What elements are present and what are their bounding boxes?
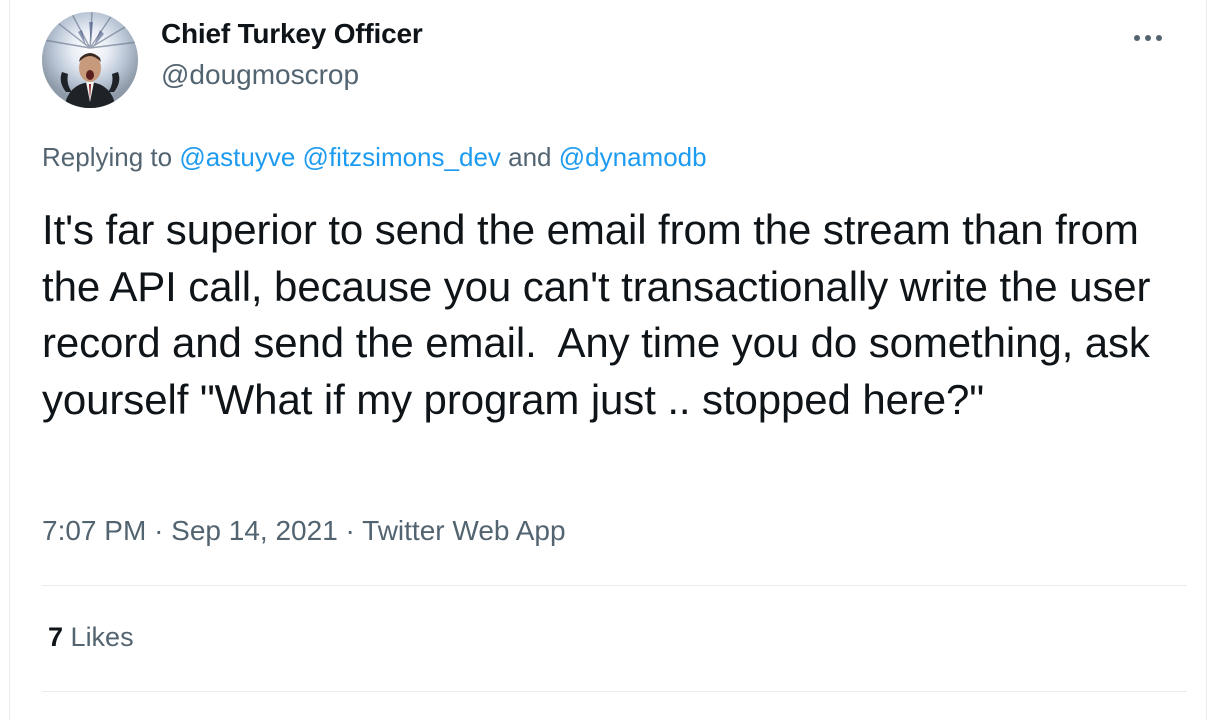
tweet-date[interactable]: Sep 14, 2021 <box>171 515 338 546</box>
meta-separator: · <box>154 515 164 546</box>
tweet-time[interactable]: 7:07 PM <box>42 515 146 546</box>
tweet-metadata: 7:07 PM · Sep 14, 2021 · Twitter Web App <box>42 515 566 547</box>
author-display-name[interactable]: Chief Turkey Officer <box>161 18 423 50</box>
tweet-source[interactable]: Twitter Web App <box>362 515 565 546</box>
likes-label: Likes <box>70 622 134 652</box>
author-avatar[interactable] <box>42 12 138 108</box>
tweet-text: It's far superior to send the email from… <box>42 206 1162 423</box>
profile-photo-icon <box>42 12 138 108</box>
more-options-icon <box>1134 35 1162 41</box>
more-options-button[interactable] <box>1126 22 1170 54</box>
divider <box>42 585 1187 586</box>
replying-to-conjunction: and <box>508 142 552 172</box>
author-handle[interactable]: @dougmoscrop <box>161 59 359 91</box>
mention-link-dynamodb[interactable]: @dynamodb <box>559 142 707 172</box>
meta-separator: · <box>345 515 355 546</box>
replying-to-line: Replying to @astuyve @fitzsimons_dev and… <box>42 142 707 173</box>
mention-link-fitzsimons-dev[interactable]: @fitzsimons_dev <box>303 142 501 172</box>
likes-count: 7 <box>48 622 64 652</box>
replying-to-prefix: Replying to <box>42 142 173 172</box>
likes-link[interactable]: 7 Likes <box>48 622 134 653</box>
divider <box>42 691 1187 692</box>
mention-link-astuyve[interactable]: @astuyve <box>179 142 295 172</box>
